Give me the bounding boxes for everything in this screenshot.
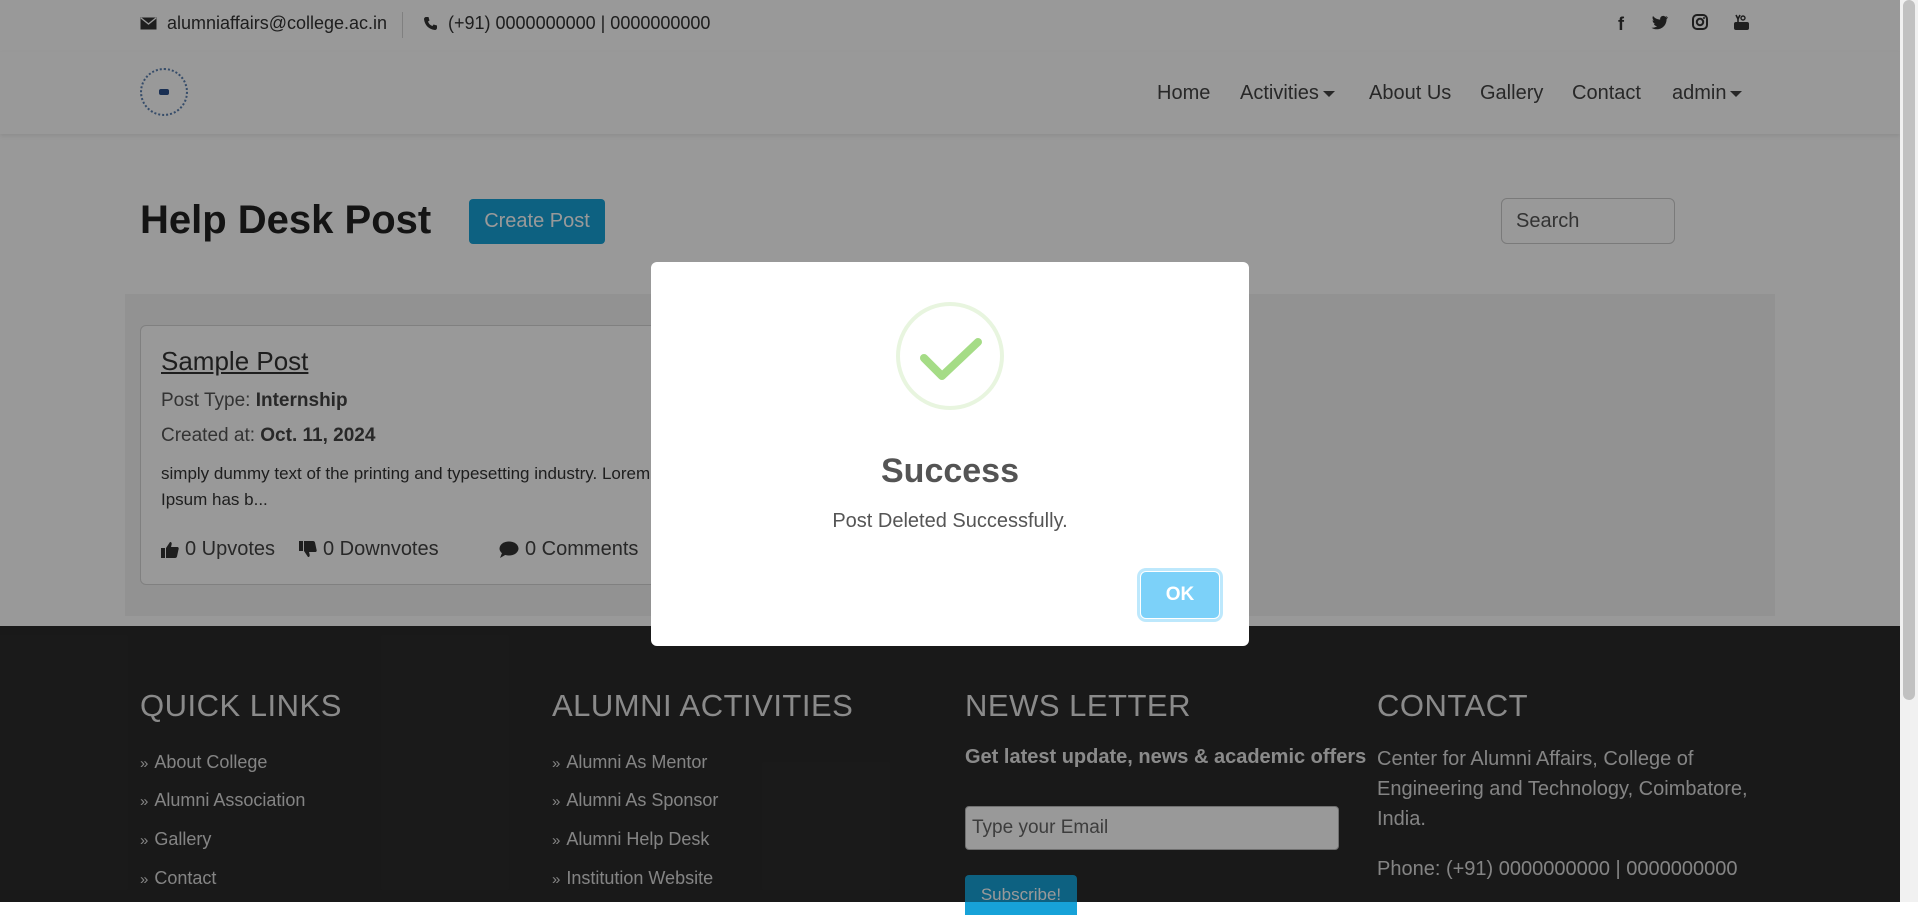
dialog-message: Post Deleted Successfully. xyxy=(832,510,1068,532)
ok-button[interactable]: OK xyxy=(1140,571,1220,619)
scrollbar-thumb[interactable] xyxy=(1903,0,1915,700)
success-dialog: Success Post Deleted Successfully. OK xyxy=(651,262,1249,646)
dialog-title: Success xyxy=(881,452,1019,490)
success-check-icon xyxy=(896,302,1004,410)
page-scrollbar[interactable] xyxy=(1900,0,1918,902)
